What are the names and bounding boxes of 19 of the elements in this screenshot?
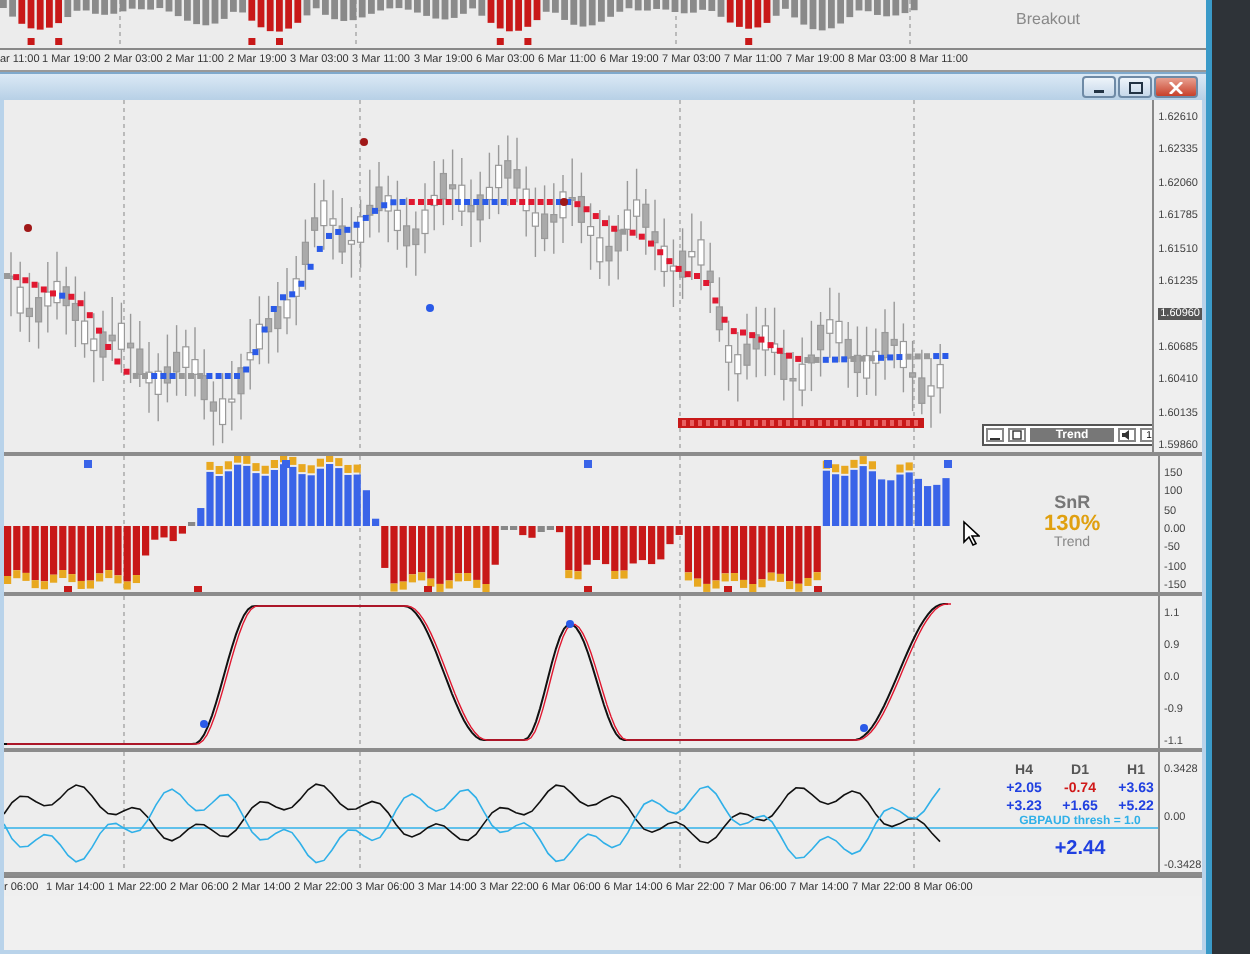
panel-label: Breakout <box>1016 10 1081 28</box>
total-value: +2.44 <box>1054 838 1106 860</box>
signal-marker-icon <box>24 224 32 232</box>
signal-marker-icon <box>426 304 434 312</box>
minimize-button[interactable] <box>1082 76 1116 98</box>
indicator-title: SnR <box>1054 492 1091 512</box>
close-icon <box>1168 81 1184 93</box>
maximize-button[interactable] <box>1118 76 1152 98</box>
speaker-icon <box>1122 430 1132 440</box>
maximize-icon <box>1127 81 1143 93</box>
signal-marker-icon <box>560 198 568 206</box>
square-icon <box>1012 430 1022 440</box>
indicator-value: 130% <box>1044 512 1101 536</box>
close-button[interactable] <box>1154 76 1198 98</box>
signal-marker-icon <box>360 138 368 146</box>
speaker-button[interactable] <box>1118 428 1136 442</box>
restore-button[interactable] <box>1008 428 1026 442</box>
cursor-icon <box>962 520 980 546</box>
minimize-button[interactable] <box>986 428 1004 442</box>
